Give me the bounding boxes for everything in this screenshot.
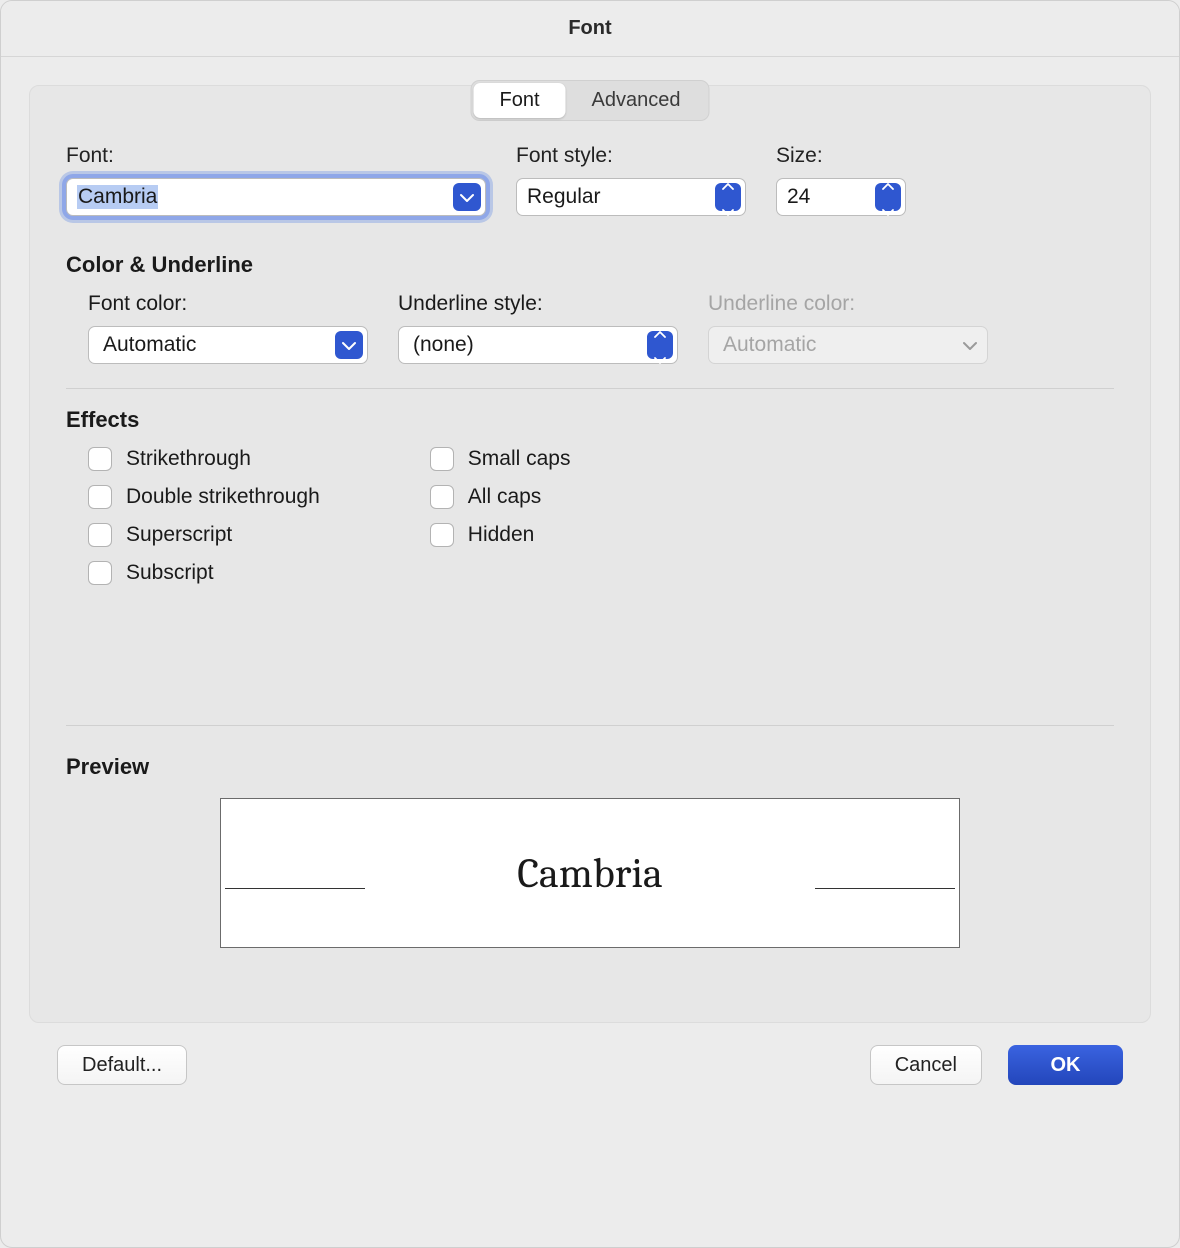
effects-col-right: Small caps All caps Hidden [430,447,571,585]
font-style-label: Font style: [516,144,746,168]
chevron-down-icon [882,198,894,222]
chevron-down-icon [654,346,666,370]
font-color-label: Font color: [88,292,368,316]
preview-baseline [815,888,955,889]
underline-style-stepper[interactable] [647,331,673,359]
font-dialog: Font Font Advanced Font: Cambria [0,0,1180,1248]
font-style-combobox[interactable]: Regular [516,178,746,216]
checkbox-all-caps[interactable]: All caps [430,485,571,509]
effects-col-left: Strikethrough Double strikethrough Super… [88,447,320,585]
checkbox-box [430,523,454,547]
chevron-up-icon [882,172,894,196]
preview-sample-text: Cambria [517,849,663,898]
color-underline-row: Font color: Automatic Underline style: (… [66,292,1114,364]
font-value-selected: Cambria [77,185,158,209]
font-field-group: Font: Cambria [66,144,486,216]
checkbox-box [88,523,112,547]
underline-color-label: Underline color: [708,292,988,316]
checkbox-box [88,485,112,509]
chevron-down-icon [722,198,734,222]
size-field-group: Size: 24 [776,144,906,216]
checkbox-subscript[interactable]: Subscript [88,561,320,585]
divider [66,388,1114,389]
size-stepper[interactable] [875,183,901,211]
color-underline-heading: Color & Underline [66,252,1114,278]
size-combobox[interactable]: 24 [776,178,906,216]
underline-color-dropdown: Automatic [708,326,988,364]
chevron-down-icon [342,333,356,357]
checkbox-box [88,561,112,585]
checkbox-label: Small caps [468,447,571,471]
underline-color-group: Underline color: Automatic [708,292,988,364]
preview-box: Cambria [220,798,960,948]
checkbox-box [88,447,112,471]
font-style-stepper[interactable] [715,183,741,211]
effects-heading: Effects [66,407,1114,433]
dialog-footer: Default... Cancel OK [29,1045,1151,1085]
checkbox-superscript[interactable]: Superscript [88,523,320,547]
checkbox-double-strikethrough[interactable]: Double strikethrough [88,485,320,509]
effects-grid: Strikethrough Double strikethrough Super… [66,447,1114,585]
font-dropdown-button[interactable] [453,183,481,211]
font-color-group: Font color: Automatic [88,292,368,364]
checkbox-box [430,485,454,509]
dialog-content: Font Advanced Font: Cambria [1,57,1179,1103]
checkbox-box [430,447,454,471]
checkbox-strikethrough[interactable]: Strikethrough [88,447,320,471]
checkbox-hidden[interactable]: Hidden [430,523,571,547]
default-button[interactable]: Default... [57,1045,187,1085]
checkbox-label: All caps [468,485,542,509]
font-style-value: Regular [527,185,601,209]
font-panel: Font Advanced Font: Cambria [29,85,1151,1023]
font-label: Font: [66,144,486,168]
checkbox-label: Subscript [126,561,214,585]
font-color-value: Automatic [103,333,196,357]
cancel-button[interactable]: Cancel [870,1045,982,1085]
tab-bar: Font Advanced [471,80,710,121]
checkbox-label: Double strikethrough [126,485,320,509]
tab-advanced[interactable]: Advanced [566,83,707,118]
underline-style-value: (none) [413,333,474,357]
underline-style-label: Underline style: [398,292,678,316]
divider [66,725,1114,726]
preview-heading: Preview [66,754,1114,780]
size-value: 24 [787,185,810,209]
preview-baseline [225,888,365,889]
font-color-dropdown-button[interactable] [335,331,363,359]
font-color-dropdown[interactable]: Automatic [88,326,368,364]
checkbox-label: Superscript [126,523,232,547]
font-combobox[interactable]: Cambria [66,178,486,216]
checkbox-label: Strikethrough [126,447,251,471]
underline-style-group: Underline style: (none) [398,292,678,364]
size-label: Size: [776,144,906,168]
main-field-row: Font: Cambria Font style: Regular [66,144,1114,216]
underline-color-value: Automatic [723,333,816,357]
checkbox-small-caps[interactable]: Small caps [430,447,571,471]
tab-font[interactable]: Font [474,83,566,118]
font-style-field-group: Font style: Regular [516,144,746,216]
window-title: Font [1,1,1179,57]
underline-style-dropdown[interactable]: (none) [398,326,678,364]
chevron-up-icon [654,320,666,344]
checkbox-label: Hidden [468,523,535,547]
ok-button[interactable]: OK [1008,1045,1123,1085]
chevron-down-icon [460,185,474,209]
chevron-down-icon [963,333,977,357]
preview-section: Preview Cambria [66,754,1114,948]
chevron-up-icon [722,172,734,196]
